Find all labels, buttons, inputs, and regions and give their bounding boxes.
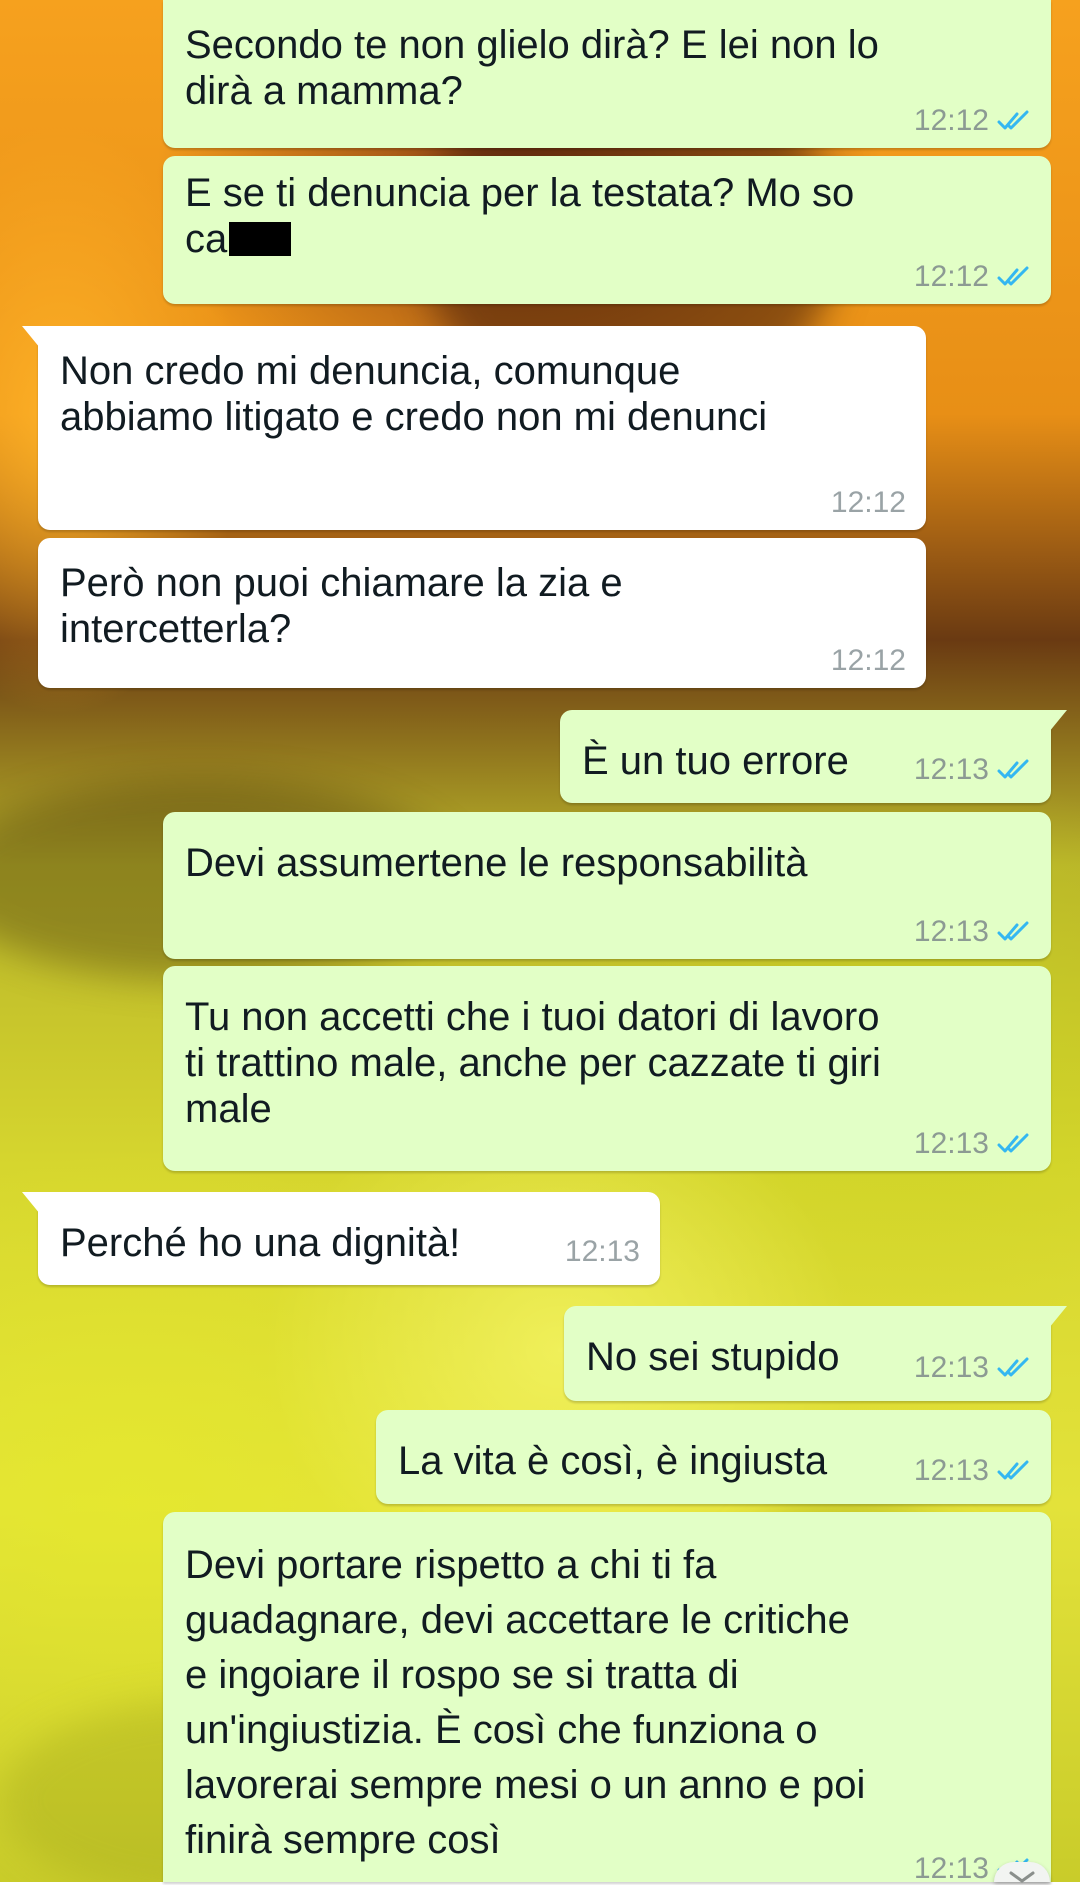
outgoing-message[interactable]: Devi portare rispetto a chi ti fa guadag… bbox=[163, 1512, 1051, 1885]
message-time: 12:13 bbox=[913, 1127, 989, 1160]
message-meta: 12:13 bbox=[914, 1456, 1031, 1486]
message-text: Però non puoi chiamare la zia e intercet… bbox=[60, 561, 623, 651]
message-meta: 12:13 bbox=[914, 1353, 1031, 1383]
outgoing-message[interactable]: No sei stupido 12:13 bbox=[564, 1306, 1067, 1401]
double-check-icon bbox=[997, 110, 1029, 130]
double-check-icon bbox=[997, 1460, 1029, 1480]
double-check-icon bbox=[997, 1357, 1029, 1377]
bubble-tail bbox=[1049, 1306, 1067, 1328]
outgoing-message[interactable]: E se ti denuncia per la testata? Mo so c… bbox=[163, 156, 1051, 304]
message-meta: 12:13 bbox=[565, 1237, 640, 1267]
double-check-icon bbox=[997, 266, 1029, 286]
message-time: 12:13 bbox=[913, 1454, 989, 1487]
incoming-message[interactable]: Però non puoi chiamare la zia e intercet… bbox=[38, 538, 926, 688]
message-text: E se ti denuncia per la testata? Mo so c… bbox=[185, 170, 1029, 262]
message-meta: 12:13 bbox=[914, 1129, 1031, 1159]
outgoing-message[interactable]: Tu non accetti che i tuoi datori di lavo… bbox=[163, 966, 1051, 1171]
double-check-icon bbox=[997, 921, 1029, 941]
message-time: 12:13 bbox=[913, 1351, 989, 1384]
message-meta: 12:13 bbox=[914, 917, 1031, 947]
incoming-message[interactable]: Non credo mi denuncia, comunque abbiamo … bbox=[22, 326, 926, 530]
double-check-icon bbox=[997, 1133, 1029, 1153]
message-time: 12:13 bbox=[913, 915, 989, 948]
message-time: 12:12 bbox=[913, 260, 989, 293]
outgoing-message[interactable]: È un tuo errore 12:13 bbox=[560, 710, 1067, 803]
bubble-tail bbox=[22, 1192, 40, 1214]
message-meta: 12:12 bbox=[914, 106, 1031, 136]
message-text: Non credo mi denuncia, comunque abbiamo … bbox=[60, 349, 768, 439]
message-text: Devi assumertene le responsabilità bbox=[185, 841, 808, 885]
redaction-box bbox=[229, 222, 292, 256]
bubble-tail bbox=[22, 326, 40, 348]
message-time: 12:12 bbox=[830, 644, 906, 677]
scroll-to-bottom-button[interactable] bbox=[994, 1862, 1050, 1883]
message-time: 12:12 bbox=[830, 486, 906, 519]
message-time: 12:13 bbox=[564, 1235, 640, 1268]
message-time: 12:12 bbox=[913, 104, 989, 137]
message-text: Secondo te non glielo dirà? E lei non lo… bbox=[185, 23, 879, 113]
incoming-message[interactable]: Perché ho una dignità! 12:13 bbox=[22, 1192, 660, 1285]
message-meta: 12:12 bbox=[831, 646, 906, 676]
message-text: Tu non accetti che i tuoi datori di lavo… bbox=[185, 995, 881, 1131]
bubble-tail bbox=[1049, 710, 1067, 732]
outgoing-message[interactable]: La vita è così, è ingiusta 12:13 bbox=[376, 1410, 1051, 1504]
message-meta: 12:12 bbox=[831, 488, 906, 518]
message-time: 12:13 bbox=[913, 1852, 989, 1885]
message-meta: 12:12 bbox=[914, 262, 1031, 292]
message-text: Devi portare rispetto a chi ti fa guadag… bbox=[185, 1543, 866, 1862]
message-meta: 12:13 bbox=[914, 755, 1031, 785]
double-check-icon bbox=[997, 759, 1029, 779]
outgoing-message[interactable]: Secondo te non glielo dirà? E lei non lo… bbox=[163, 0, 1051, 148]
message-text: Perché ho una dignità! bbox=[60, 1221, 461, 1265]
message-time: 12:13 bbox=[913, 753, 989, 786]
outgoing-message[interactable]: Devi assumertene le responsabilità 12:13 bbox=[163, 812, 1051, 959]
